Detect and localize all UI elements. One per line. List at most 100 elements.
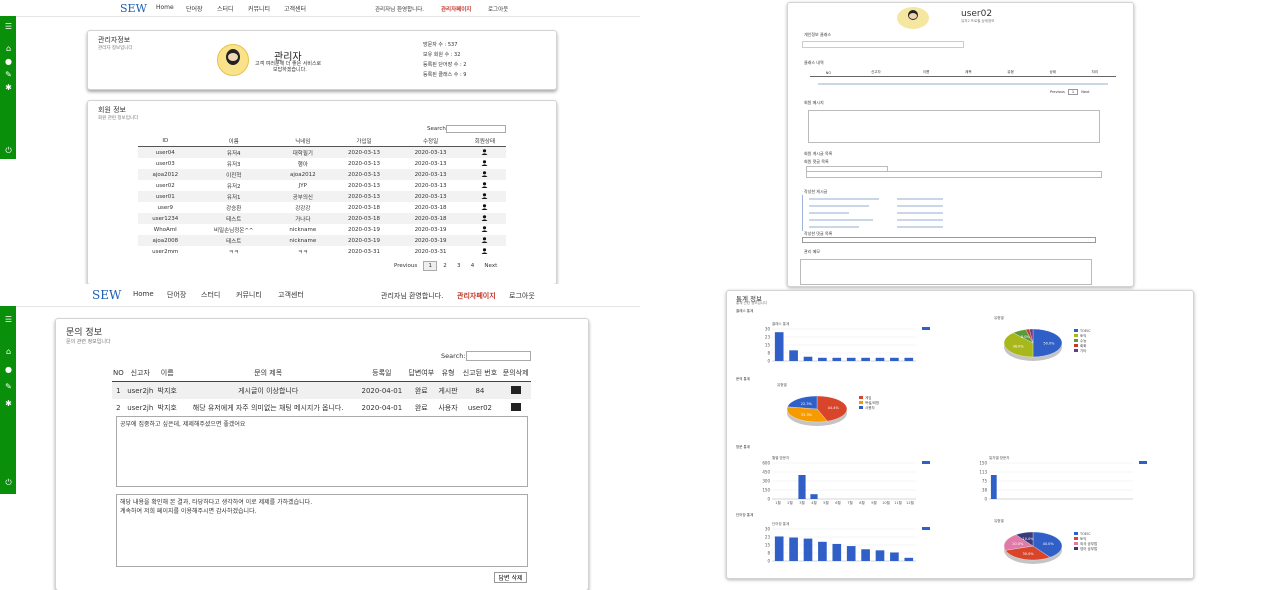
col-nickname[interactable]: 닉네임 (274, 135, 331, 147)
inquiry-search-input[interactable] (466, 351, 531, 361)
home-icon-2[interactable]: ⌂ (4, 347, 13, 356)
gear-icon[interactable]: ✱ (4, 83, 13, 92)
wrench-icon-2[interactable]: ✎ (4, 382, 13, 391)
member-status-icon[interactable] (463, 169, 506, 180)
menu-icon[interactable]: ☰ (4, 22, 13, 31)
pie-label: 30.0% (1023, 552, 1035, 556)
nav-support-2[interactable]: 고객센터 (278, 290, 304, 300)
inquiry-row[interactable]: 2 user2jh 박지호 해당 유저에게 자주 의미없는 채팅 메시지가 옵니다. 2… (112, 399, 531, 416)
wrench-icon[interactable]: ✎ (4, 70, 13, 79)
user-icon[interactable] (481, 236, 488, 243)
inq-col-no[interactable]: NO (112, 364, 125, 382)
user-icon[interactable] (481, 148, 488, 155)
table-row[interactable]: user02 유저2 JYP 2020-03-13 2020-03-13 (138, 180, 506, 191)
nav-home[interactable]: Home (156, 4, 174, 11)
member-status-icon[interactable] (464, 224, 506, 235)
gear-icon-2[interactable]: ✱ (4, 399, 13, 408)
user-icon-2[interactable]: ● (4, 365, 13, 374)
table-row[interactable]: user04 유저4 대학필기 2020-03-13 2020-03-13 (138, 146, 506, 158)
table-row[interactable]: ajoa2008 테스트 nickname 2020-03-19 2020-03-19 (138, 235, 506, 246)
trash-icon[interactable] (510, 402, 521, 411)
user-icon[interactable] (481, 225, 488, 232)
user-icon[interactable] (481, 214, 488, 221)
table-row[interactable]: user2mm ㅋㅋ ㅋㅋ 2020-03-31 2020-03-31 (138, 246, 506, 257)
table-cell: ajoa2012 (274, 169, 331, 180)
class-pager-1[interactable]: 1 (1067, 89, 1079, 95)
col-status[interactable]: 회원상태 (463, 135, 506, 147)
table-row[interactable]: WhoAmI 비밀손님정온^^ nickname 2020-03-19 2020-03-… (138, 224, 506, 235)
trash-icon[interactable] (510, 385, 521, 394)
col-name[interactable]: 이름 (192, 135, 275, 147)
user-icon[interactable]: ● (4, 57, 13, 66)
page-previous[interactable]: Previous (390, 262, 421, 270)
question-textarea[interactable]: 공부에 집중하고 싶은데, 제제해주셨으면 좋겠어요 (116, 416, 528, 487)
page-1[interactable]: 1 (423, 261, 437, 271)
nav-community-2[interactable]: 커뮤니티 (236, 290, 262, 300)
home-icon[interactable]: ⌂ (4, 44, 13, 53)
table-row[interactable]: user9 강승환 강강강 2020-03-18 2020-03-18 (138, 202, 506, 213)
logout-link-2[interactable]: 로그아웃 (509, 291, 535, 301)
user-icon[interactable] (481, 170, 488, 177)
inquiry-row[interactable]: 1 user2jh 박지호 게시글이 이상합니다 2020-04-01 완료 게시판 84 (112, 381, 531, 399)
table-cell: 2020-03-13 (414, 182, 447, 189)
user-icon[interactable] (481, 247, 488, 254)
inq-col-title[interactable]: 문의 제목 (178, 364, 358, 382)
user-icon[interactable] (481, 181, 488, 188)
delete-answer-button[interactable]: 답변 삭제 (494, 572, 527, 583)
member-status-icon[interactable] (463, 146, 506, 158)
delete-icon[interactable] (500, 381, 531, 399)
inq-col-name[interactable]: 이름 (155, 364, 179, 382)
power-icon-2[interactable]: ⏻ (4, 478, 13, 487)
brand-logo[interactable]: SEW (120, 2, 147, 15)
member-status-icon[interactable] (463, 235, 506, 246)
menu-icon-2[interactable]: ☰ (4, 315, 13, 324)
page-3[interactable]: 3 (453, 262, 465, 270)
member-message-box[interactable] (808, 110, 1100, 143)
table-row[interactable]: user03 유저3 행아 2020-03-13 2020-03-13 (138, 158, 506, 169)
member-status-icon[interactable] (464, 158, 506, 169)
page-4[interactable]: 4 (467, 262, 479, 270)
col-id[interactable]: ID (138, 135, 193, 147)
nav-home-2[interactable]: Home (133, 290, 154, 298)
nav-wordbook-2[interactable]: 단어장 (167, 290, 186, 300)
pie-label: 40.0% (1043, 542, 1055, 546)
inq-col-reporter[interactable]: 신고자 (124, 364, 156, 382)
col-modified[interactable]: 수정일 (397, 135, 464, 147)
delete-icon[interactable] (500, 399, 531, 416)
user-icon[interactable] (481, 159, 488, 166)
table-row[interactable]: ajoa2012 이진혁 ajoa2012 2020-03-13 2020-03-13 (138, 169, 506, 180)
member-status-icon[interactable] (464, 246, 506, 257)
page-2[interactable]: 2 (439, 262, 451, 270)
admin-memo-box[interactable] (800, 259, 1092, 285)
admin-page-link[interactable]: 관리자페이지 (441, 5, 471, 13)
member-status-icon[interactable] (464, 202, 506, 213)
nav-support[interactable]: 고객센터 (284, 4, 306, 13)
inq-col-delete[interactable]: 문의삭제 (500, 364, 531, 382)
page-next[interactable]: Next (480, 262, 501, 270)
logout-link[interactable]: 로그아웃 (488, 5, 508, 13)
member-status-icon[interactable] (463, 191, 506, 202)
inq-col-reported-no[interactable]: 신고된 번호 (459, 364, 501, 382)
user-icon[interactable] (481, 192, 488, 199)
answer-textarea[interactable]: 해당 내용을 확인해 본 결과, 타당하다고 생각하여 이로 제제를 가하겠습니… (116, 494, 528, 567)
inq-col-type[interactable]: 유형 (436, 364, 460, 382)
power-icon[interactable]: ⏻ (4, 146, 13, 155)
inq-col-answered[interactable]: 답변여부 (405, 364, 437, 382)
nav-community[interactable]: 커뮤니티 (248, 4, 270, 13)
class-pager-next[interactable]: Next (1081, 90, 1089, 94)
user-icon[interactable] (481, 203, 488, 210)
table-row[interactable]: user1234 테스트 가나다 2020-03-18 2020-03-18 (138, 213, 506, 224)
search-input[interactable] (446, 125, 506, 133)
table-row[interactable]: user01 유저1 공부의신 2020-03-13 2020-03-13 (138, 191, 506, 202)
brand-logo-2[interactable]: SEW (92, 288, 121, 302)
nav-study[interactable]: 스터디 (217, 4, 234, 13)
inq-col-date[interactable]: 등록일 (357, 364, 406, 382)
member-status-icon[interactable] (463, 213, 506, 224)
nav-study-2[interactable]: 스터디 (201, 290, 220, 300)
col-joined[interactable]: 가입일 (330, 135, 398, 147)
inquiry-card: 문의 정보 문의 관련 정보입니다 Search: NO 신고자 이름 문의 제… (55, 318, 589, 590)
admin-page-link-2[interactable]: 관리자페이지 (457, 291, 496, 301)
nav-wordbook[interactable]: 단어장 (186, 4, 203, 13)
class-pager-prev[interactable]: Previous (1050, 90, 1065, 94)
member-status-icon[interactable] (464, 180, 506, 191)
